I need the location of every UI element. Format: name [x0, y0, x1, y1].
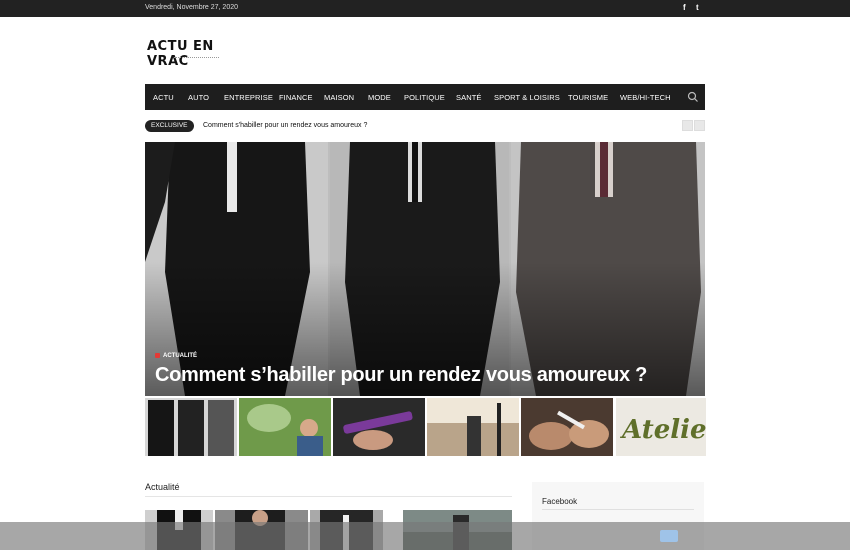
section-title: Actualité [145, 482, 180, 492]
featured-post[interactable]: ACTUALITÉ Comment s’habiller pour un ren… [145, 142, 705, 396]
thumb-suits[interactable] [145, 398, 237, 456]
slider-thumbnails: Atelier [145, 398, 707, 456]
facebook-icon[interactable]: f [683, 3, 686, 12]
search-icon[interactable] [687, 91, 699, 103]
current-date: Vendredi, Novembre 27, 2020 [145, 4, 239, 11]
thumb-atelier-sign[interactable]: Atelier [615, 398, 707, 456]
thumb-vaping-man[interactable] [239, 398, 331, 456]
thumb-cigarettes[interactable] [521, 398, 613, 456]
nav-item-sante[interactable]: SANTÉ [456, 93, 482, 102]
twitter-icon[interactable]: t [696, 3, 699, 12]
nav-item-finance[interactable]: FINANCE [279, 93, 313, 102]
exclusive-badge: EXCLUSIVE [145, 120, 194, 132]
sidebar-divider [542, 509, 694, 510]
nav-item-actu[interactable]: ACTU [153, 93, 174, 102]
main-navigation: ACTU AUTO ENTREPRISE FINANCE MAISON MODE… [145, 84, 705, 110]
nav-item-maison[interactable]: MAISON [324, 93, 354, 102]
nav-item-auto[interactable]: AUTO [188, 93, 209, 102]
thumb-city-window[interactable] [427, 398, 519, 456]
nav-item-sport-loisirs[interactable]: SPORT & LOISIRS [494, 93, 560, 102]
logo-tagline-mark [174, 57, 219, 59]
nav-item-mode[interactable]: MODE [368, 93, 391, 102]
nav-item-politique[interactable]: POLITIQUE [404, 93, 445, 102]
top-bar: Vendredi, Novembre 27, 2020 f t [0, 0, 850, 17]
svg-text:Atelier: Atelier [619, 415, 707, 445]
news-ticker: EXCLUSIVE Comment s'habiller pour un ren… [145, 119, 705, 133]
cookie-consent-bar [0, 522, 850, 550]
logo-text: ACTU EN VRAC [147, 39, 214, 69]
ticker-prev-button[interactable] [682, 120, 693, 131]
ticker-next-button[interactable] [694, 120, 705, 131]
section-divider [145, 496, 512, 497]
nav-item-entreprise[interactable]: ENTREPRISE [224, 93, 273, 102]
category-dot-icon [155, 353, 160, 358]
hero-category-label: ACTUALITÉ [163, 353, 197, 360]
thumb-e-cigarette[interactable] [333, 398, 425, 456]
site-logo[interactable]: ACTU EN VRAC [147, 39, 242, 69]
hero-category[interactable]: ACTUALITÉ [155, 353, 197, 359]
hero-title[interactable]: Comment s’habiller pour un rendez vous a… [155, 364, 647, 387]
ticker-link[interactable]: Comment s'habiller pour un rendez vous a… [203, 122, 367, 129]
nav-item-web-hitech[interactable]: WEB/HI-TECH [620, 93, 671, 102]
nav-item-tourisme[interactable]: TOURISME [568, 93, 608, 102]
sidebar-title: Facebook [542, 497, 578, 506]
cookie-accept-button[interactable] [660, 530, 678, 542]
